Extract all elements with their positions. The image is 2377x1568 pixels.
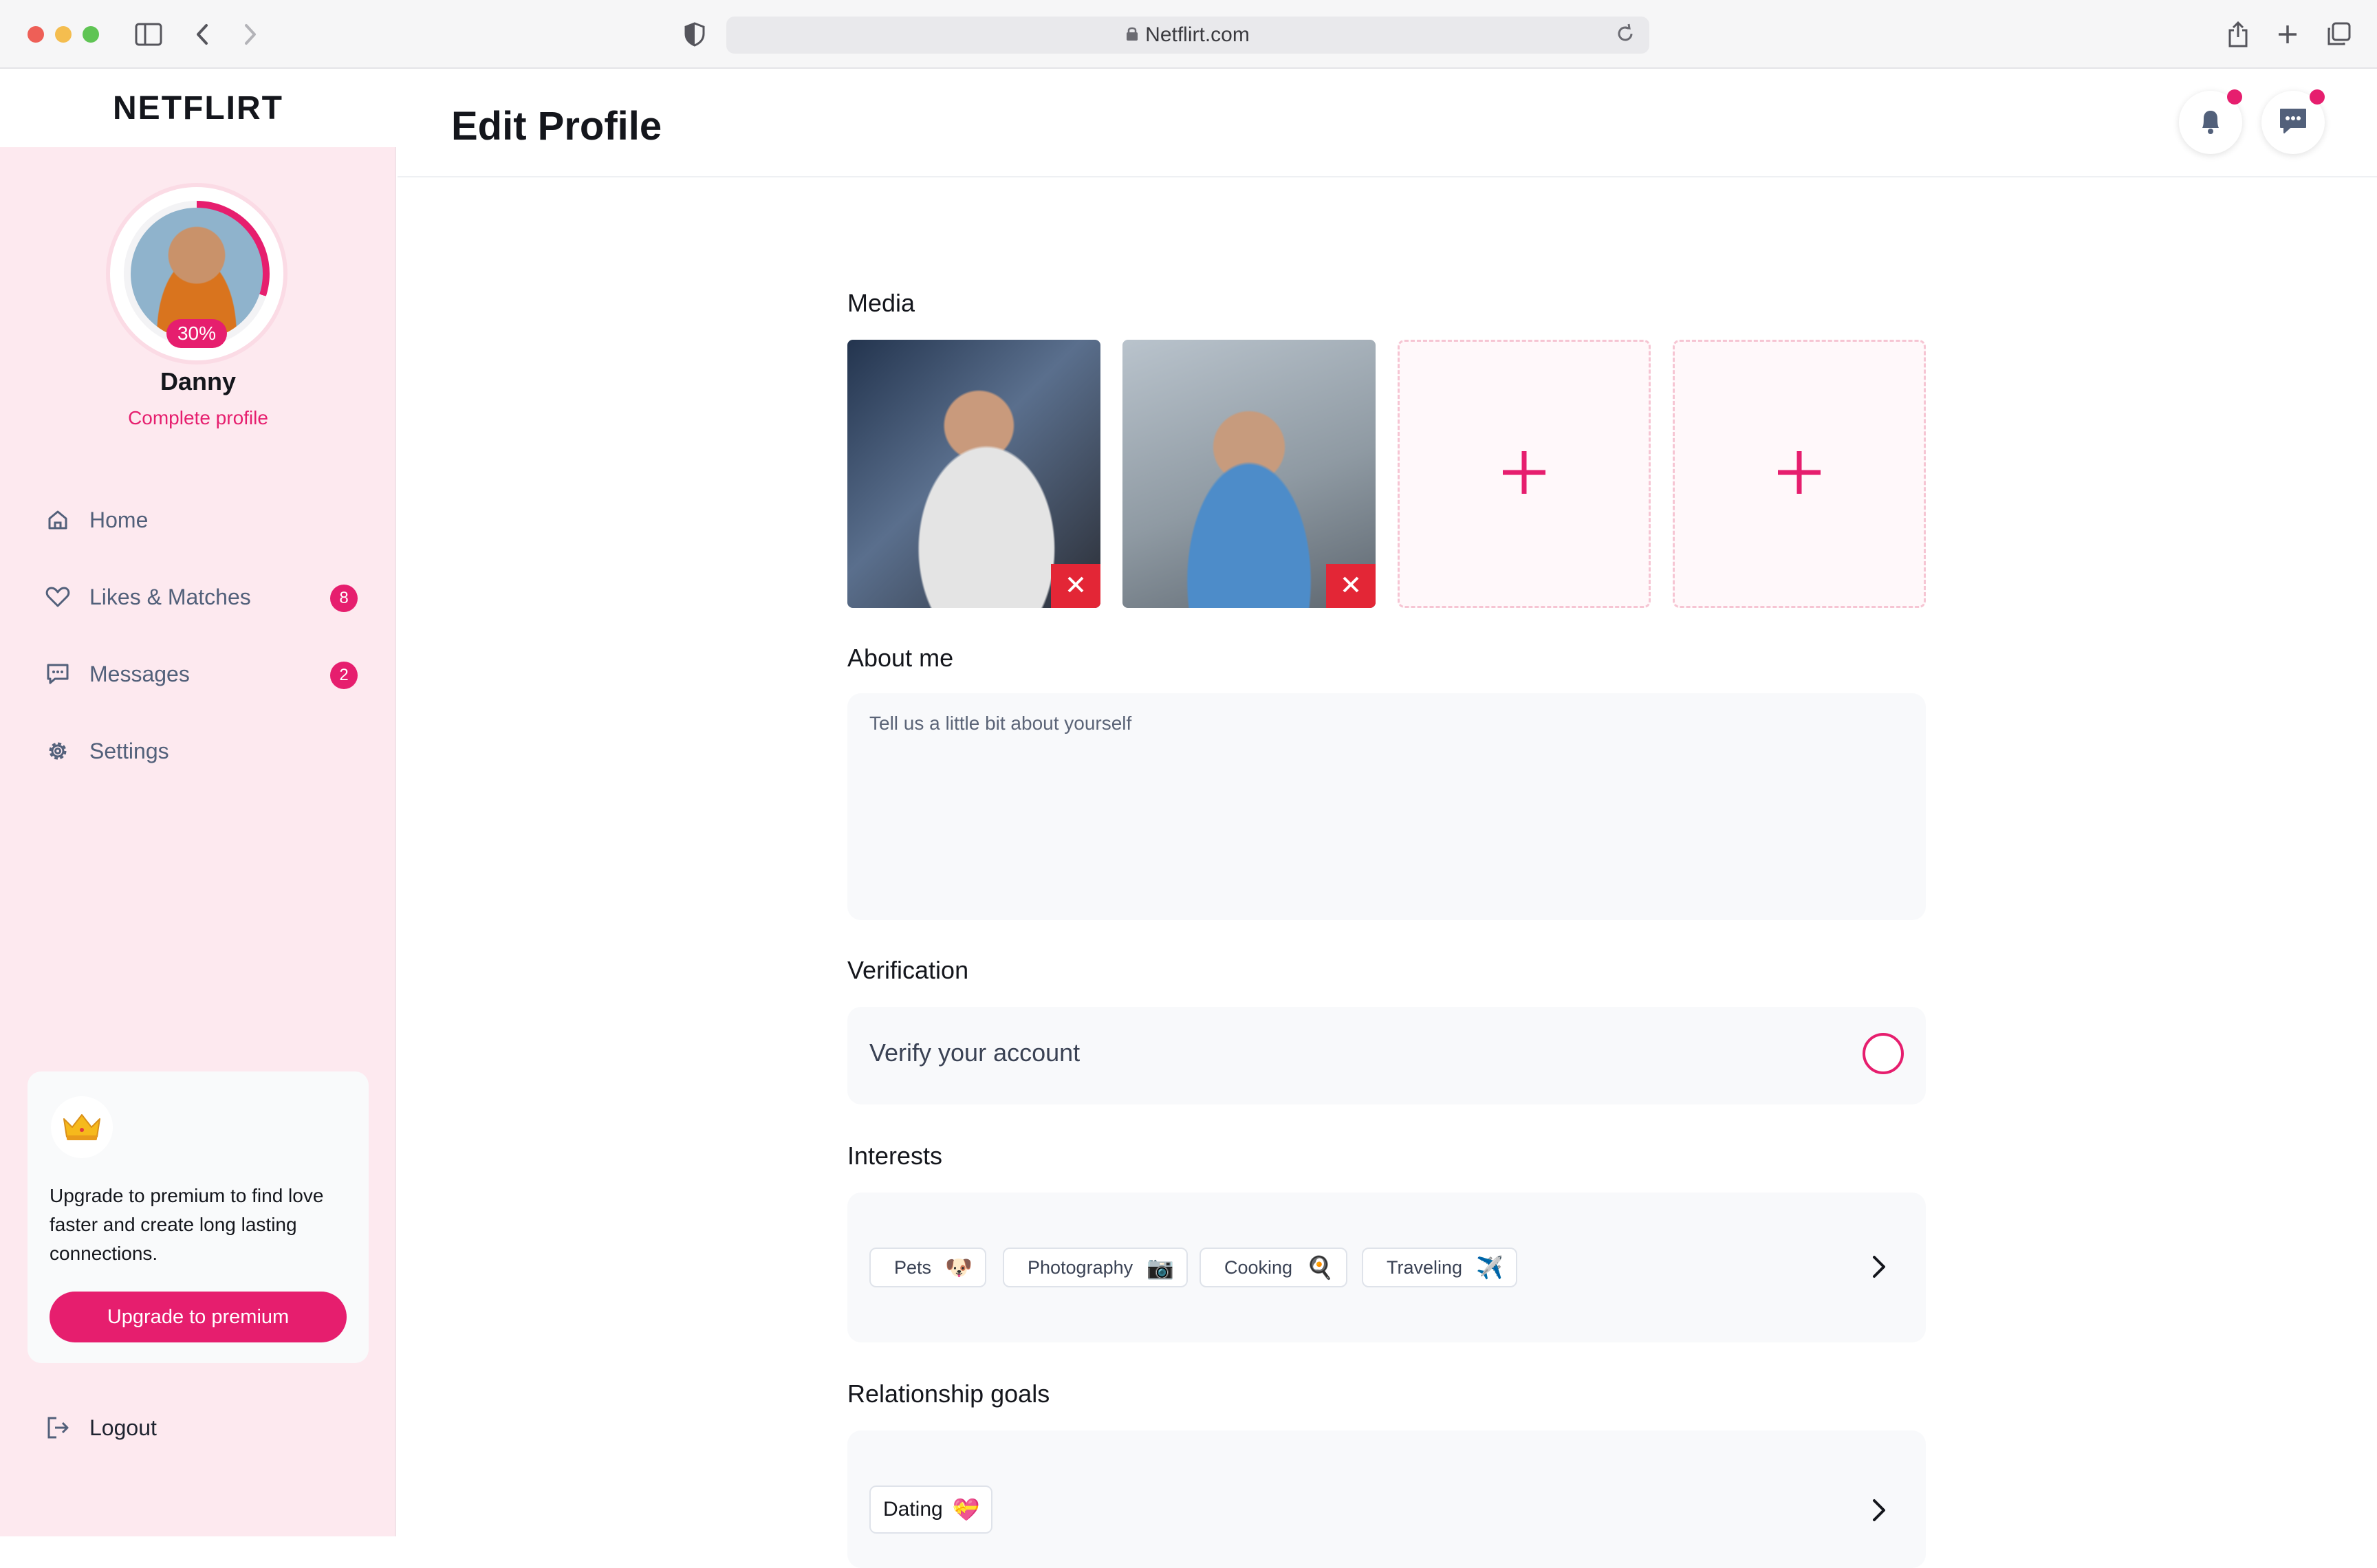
message-icon <box>44 660 72 688</box>
close-window-button[interactable] <box>28 26 44 43</box>
address-bar[interactable]: Netflirt.com <box>726 17 1649 54</box>
zoom-window-button[interactable] <box>83 26 99 43</box>
interest-chip-pets[interactable]: Pets 🐶 <box>869 1248 986 1287</box>
chip-label: Pets <box>894 1256 932 1278</box>
relationship-goals-card[interactable]: Dating 💝 <box>847 1430 1926 1568</box>
verify-account-row[interactable]: Verify your account <box>847 1007 1926 1104</box>
sidebar-toggle-icon[interactable] <box>132 18 165 51</box>
home-icon <box>44 506 72 534</box>
privacy-shield-icon[interactable] <box>678 18 711 51</box>
premium-description: Upgrade to premium to find love faster a… <box>50 1185 324 1264</box>
gear-icon <box>44 737 72 765</box>
sidebar-item-label: Settings <box>89 738 169 763</box>
message-dot <box>2310 89 2325 105</box>
plus-icon <box>1500 448 1548 500</box>
add-photo-slot[interactable] <box>1673 340 1926 608</box>
upgrade-premium-button[interactable]: Upgrade to premium <box>50 1292 347 1342</box>
minimize-window-button[interactable] <box>55 26 72 43</box>
page-header: Edit Profile <box>398 69 2377 177</box>
page-title: Edit Profile <box>451 104 662 149</box>
interest-chip-traveling[interactable]: Traveling ✈️ <box>1362 1248 1517 1287</box>
logout-icon <box>44 1414 72 1441</box>
verify-radio[interactable] <box>1863 1033 1904 1074</box>
logout-label: Logout <box>89 1415 157 1440</box>
chevron-right-icon[interactable] <box>1865 1496 1893 1524</box>
delete-photo-button[interactable] <box>1326 564 1376 608</box>
chip-label: Traveling <box>1387 1256 1463 1278</box>
pan-icon: 🍳 <box>1306 1255 1334 1280</box>
sidebar-item-settings[interactable]: Settings <box>44 730 360 772</box>
messages-count-badge: 2 <box>330 662 358 689</box>
interest-chip-cooking[interactable]: Cooking 🍳 <box>1200 1248 1347 1287</box>
sidebar-item-likes-matches[interactable]: Likes & Matches 8 <box>44 576 360 618</box>
lock-icon <box>1126 23 1138 47</box>
goal-chip-dating[interactable]: Dating 💝 <box>869 1485 992 1534</box>
reload-icon[interactable] <box>1615 23 1636 50</box>
sidebar: NETFLIRT 30% Danny Complete profile Home… <box>0 69 396 1536</box>
add-photo-slot[interactable] <box>1398 340 1651 608</box>
share-icon[interactable] <box>2222 18 2255 51</box>
profile-photo-1[interactable] <box>847 340 1100 608</box>
relationship-goals-heading: Relationship goals <box>847 1380 1050 1408</box>
chip-label: Dating <box>883 1498 943 1521</box>
close-icon <box>1341 575 1360 598</box>
browser-toolbar: Netflirt.com <box>0 0 2377 69</box>
verify-account-text: Verify your account <box>869 1038 1081 1067</box>
verification-heading: Verification <box>847 956 969 984</box>
airplane-icon: ✈️ <box>1476 1255 1504 1280</box>
about-me-textarea[interactable] <box>847 693 1926 920</box>
avatar[interactable]: 30% <box>110 187 283 360</box>
sidebar-item-label: Likes & Matches <box>89 584 251 609</box>
chevron-right-icon[interactable] <box>1865 1253 1893 1281</box>
profile-photo-2[interactable] <box>1122 340 1376 608</box>
notification-dot <box>2227 89 2242 105</box>
plus-icon <box>1775 448 1823 500</box>
interests-heading: Interests <box>847 1142 943 1170</box>
back-icon[interactable] <box>186 18 219 51</box>
camera-icon: 📷 <box>1147 1255 1174 1280</box>
heart-gift-icon: 💝 <box>952 1497 980 1522</box>
sidebar-item-messages[interactable]: Messages 2 <box>44 653 360 695</box>
crown-icon <box>51 1096 113 1158</box>
chip-label: Photography <box>1028 1256 1133 1278</box>
chip-label: Cooking <box>1224 1256 1293 1278</box>
brand-logo[interactable]: NETFLIRT <box>0 69 396 147</box>
premium-card: Upgrade to premium to find love faster a… <box>28 1071 369 1363</box>
sidebar-item-home[interactable]: Home <box>44 499 360 541</box>
bell-icon <box>2197 107 2224 139</box>
user-name: Danny <box>160 367 237 395</box>
sidebar-item-label: Messages <box>89 661 190 686</box>
chat-icon <box>2278 107 2308 139</box>
chat-button[interactable] <box>2261 89 2325 154</box>
dog-icon: 🐶 <box>945 1255 973 1280</box>
interests-card[interactable]: Pets 🐶 Photography 📷 Cooking 🍳 Traveling… <box>847 1193 1926 1342</box>
url-text: Netflirt.com <box>1145 23 1250 46</box>
delete-photo-button[interactable] <box>1051 564 1100 608</box>
sidebar-item-label: Home <box>89 507 149 532</box>
new-tab-icon[interactable] <box>2271 18 2304 51</box>
media-heading: Media <box>847 289 915 317</box>
notifications-button[interactable] <box>2179 89 2242 154</box>
completion-badge: 30% <box>166 319 227 348</box>
about-card <box>847 693 1926 920</box>
about-heading: About me <box>847 644 954 672</box>
forward-icon[interactable] <box>234 18 267 51</box>
likes-count-badge: 8 <box>330 585 358 612</box>
tab-overview-icon[interactable] <box>2322 18 2355 51</box>
complete-profile-link[interactable]: Complete profile <box>0 407 396 429</box>
logout-button[interactable]: Logout <box>44 1407 157 1448</box>
interest-chip-photography[interactable]: Photography 📷 <box>1003 1248 1188 1287</box>
heart-icon <box>44 583 72 611</box>
close-icon <box>1066 575 1085 598</box>
